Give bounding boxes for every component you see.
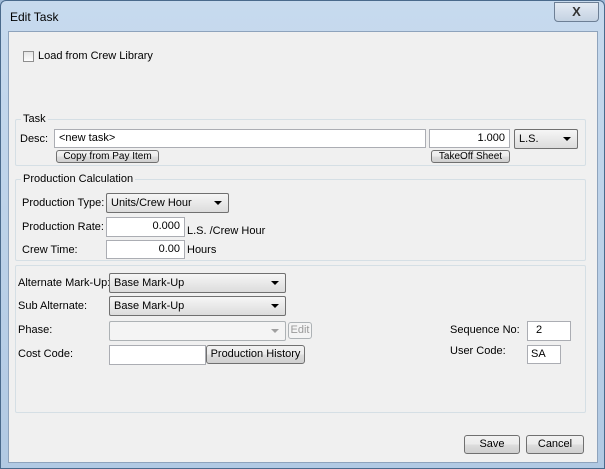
production-calculation-group (15, 179, 586, 261)
user-code-label: User Code: (450, 345, 506, 357)
production-history-button[interactable]: Production History (206, 345, 305, 364)
phase-select[interactable] (109, 321, 286, 341)
user-code-input[interactable]: SA (527, 345, 561, 364)
edit-task-dialog: Edit Task X Load from Crew Library Task … (0, 0, 605, 469)
cost-code-label: Cost Code: (18, 348, 74, 360)
alternate-markup-value: Base Mark-Up (114, 277, 185, 289)
task-group-label: Task (21, 113, 48, 125)
production-type-select[interactable]: Units/Crew Hour (106, 193, 229, 213)
sub-alternate-value: Base Mark-Up (114, 300, 185, 312)
sub-alternate-select[interactable]: Base Mark-Up (109, 296, 286, 316)
production-rate-input[interactable]: 0.000 (106, 217, 185, 237)
cost-code-input[interactable] (109, 345, 206, 365)
close-icon: X (572, 4, 581, 19)
load-from-crew-library-label[interactable]: Load from Crew Library (38, 50, 153, 62)
load-from-crew-library-checkbox[interactable] (23, 51, 34, 62)
chevron-down-icon (271, 304, 279, 308)
phase-edit-button[interactable]: Edit (288, 322, 312, 339)
production-type-value: Units/Crew Hour (111, 197, 192, 209)
chevron-down-icon (214, 201, 222, 205)
chevron-down-icon (563, 137, 571, 141)
phase-label: Phase: (18, 324, 53, 336)
alternate-markup-select[interactable]: Base Mark-Up (109, 273, 286, 293)
desc-input[interactable]: <new task> (54, 129, 426, 148)
cancel-button[interactable]: Cancel (526, 435, 584, 454)
close-button[interactable]: X (554, 2, 599, 22)
quantity-input[interactable]: 1.000 (429, 129, 510, 148)
unit-select-value: L.S. (519, 133, 539, 145)
title-bar[interactable]: Edit Task X (1, 1, 604, 31)
chevron-down-icon (271, 281, 279, 285)
chevron-down-icon (271, 329, 279, 333)
takeoff-sheet-button[interactable]: TakeOff Sheet (431, 150, 510, 163)
crew-time-label: Crew Time: (22, 244, 78, 256)
dialog-body: Load from Crew Library Task Desc: <new t… (8, 31, 598, 463)
production-calculation-label: Production Calculation (21, 173, 136, 185)
copy-from-pay-item-button[interactable]: Copy from Pay Item (56, 150, 159, 163)
production-rate-label: Production Rate: (22, 221, 104, 233)
crew-time-units: Hours (187, 244, 217, 256)
unit-select[interactable]: L.S. (514, 129, 578, 149)
desc-label: Desc: (20, 133, 49, 145)
sequence-no-input[interactable]: 2 (527, 321, 571, 341)
save-button[interactable]: Save (464, 435, 520, 454)
production-rate-units: L.S. /Crew Hour (187, 225, 266, 237)
production-type-label: Production Type: (22, 197, 105, 209)
alternate-markup-label: Alternate Mark-Up: (18, 277, 111, 289)
window-title: Edit Task (10, 10, 59, 24)
crew-time-input[interactable]: 0.00 (106, 240, 185, 259)
sequence-no-label: Sequence No: (450, 324, 520, 336)
sub-alternate-label: Sub Alternate: (18, 300, 88, 312)
